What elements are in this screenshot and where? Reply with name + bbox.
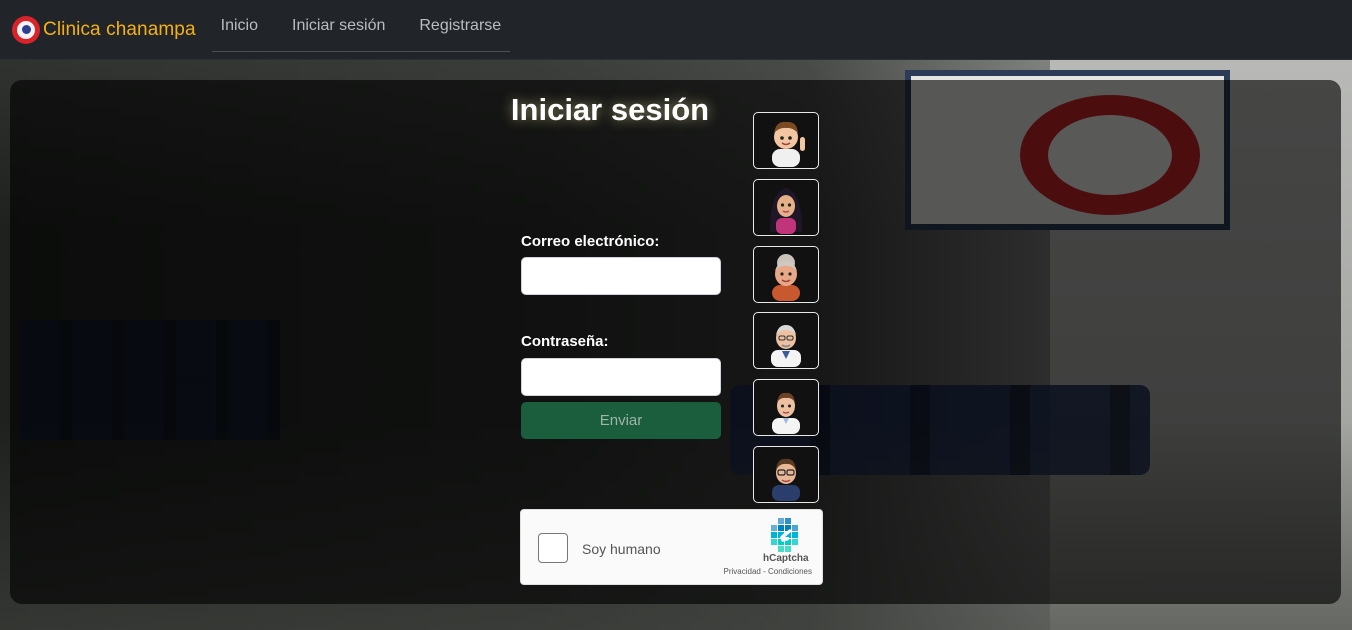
- submit-button[interactable]: Enviar: [521, 402, 721, 439]
- elderly-woman-avatar[interactable]: [753, 246, 819, 303]
- doctor-avatar[interactable]: [753, 379, 819, 436]
- captcha-checkbox[interactable]: [538, 533, 568, 563]
- captcha-links[interactable]: Privacidad - Condiciones: [724, 567, 813, 576]
- captcha-label: Soy humano: [582, 541, 661, 557]
- elderly-doctor-avatar[interactable]: [753, 312, 819, 369]
- captcha-widget: Soy humano hCaptcha Privacidad - Condici…: [520, 509, 823, 585]
- nav-link-inicio[interactable]: Inicio: [212, 0, 267, 56]
- navbar: Clinica chanampa Inicio Iniciar sesión R…: [0, 0, 1352, 60]
- page-title: Iniciar sesión: [510, 92, 710, 127]
- woman-dark-hair-avatar[interactable]: [753, 179, 819, 236]
- password-field[interactable]: [521, 358, 721, 396]
- man-glasses-avatar[interactable]: [753, 446, 819, 503]
- hcaptcha-logo-icon: [771, 518, 798, 552]
- brand-name[interactable]: Clinica chanampa: [43, 19, 196, 41]
- email-label: Correo electrónico:: [521, 233, 660, 250]
- password-label: Contraseña:: [521, 333, 609, 350]
- nav-links: Inicio Iniciar sesión Registrarse: [211, 0, 511, 52]
- nav-link-registrarse[interactable]: Registrarse: [410, 0, 510, 56]
- email-field[interactable]: [521, 257, 721, 295]
- captcha-brand: hCaptcha: [763, 553, 809, 564]
- boy-waving-avatar[interactable]: [753, 112, 819, 169]
- clinic-logo-icon: [12, 15, 40, 44]
- nav-link-iniciar-sesion[interactable]: Iniciar sesión: [283, 0, 394, 56]
- brand[interactable]: Clinica chanampa: [12, 0, 196, 60]
